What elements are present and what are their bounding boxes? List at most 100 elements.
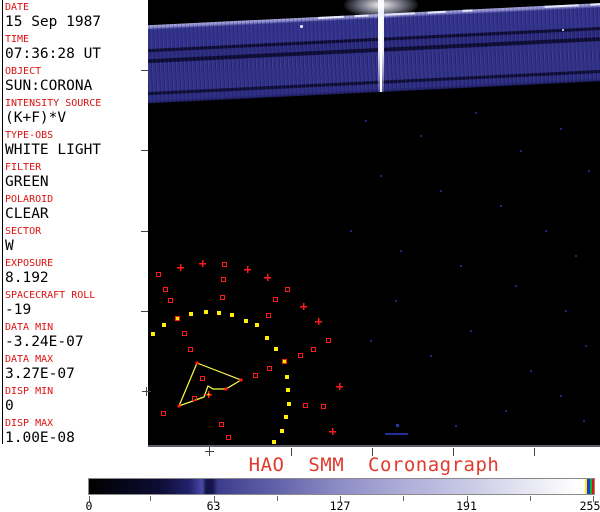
y-axis-cross	[146, 387, 147, 396]
limb-marker	[192, 396, 197, 401]
metadata-field: TIME 07:36:28 UT	[5, 34, 147, 65]
noise-speckle	[505, 410, 507, 412]
limb-marker	[273, 297, 278, 302]
limb-marker	[274, 347, 278, 351]
field-label: SPACECRAFT ROLL	[5, 290, 96, 301]
colorbar-tick-label: 191	[456, 499, 477, 512]
noise-speckle	[460, 265, 462, 267]
limb-marker	[199, 260, 206, 267]
field-value: GREEN	[5, 174, 49, 190]
limb-marker	[267, 366, 272, 371]
limb-marker	[285, 375, 289, 379]
limb-marker	[217, 311, 221, 315]
noise-speckle	[530, 370, 532, 372]
limb-marker	[336, 383, 343, 390]
field-label: INTENSITY SOURCE	[5, 98, 102, 109]
noise-speckle	[455, 425, 457, 427]
panel-border-line	[2, 0, 3, 444]
region-polygon-layer	[177, 361, 243, 408]
field-value: 8.192	[5, 270, 49, 286]
noise-speckle	[520, 150, 522, 152]
region-polygon	[177, 362, 243, 408]
metadata-panel: DATE 15 Sep 1987 TIME 07:36:28 UT OBJECT SUN:…	[0, 0, 148, 447]
field-label: SECTOR	[5, 226, 42, 237]
metadata-field: POLAROID CLEAR	[5, 194, 147, 225]
noise-speckle	[560, 128, 562, 130]
limb-marker	[188, 347, 193, 352]
polygon-vertex-dot	[177, 404, 181, 408]
noise-speckle	[420, 135, 422, 137]
colorbar-minor-tick	[403, 496, 405, 501]
limb-marker	[300, 303, 307, 310]
limb-marker	[286, 388, 290, 392]
metadata-field: SECTOR W	[5, 226, 147, 257]
colorbar-tick-label: 255	[579, 499, 600, 512]
limb-marker	[163, 287, 168, 292]
noise-speckle	[545, 230, 547, 232]
metadata-field: TYPE-OBS WHITE LIGHT	[5, 130, 147, 161]
limb-marker	[285, 287, 290, 292]
field-value: 15 Sep 1987	[5, 14, 102, 30]
colorbar-minor-tick	[529, 496, 531, 501]
y-axis-tick	[141, 231, 148, 232]
limb-marker	[326, 338, 331, 343]
limb-marker	[265, 336, 269, 340]
noise-speckle	[380, 175, 382, 177]
limb-marker	[156, 272, 161, 277]
limb-marker	[168, 298, 173, 303]
limb-marker	[272, 440, 276, 444]
noise-speckle	[440, 190, 442, 192]
metadata-field: DATA MIN -3.24E-07	[5, 322, 147, 353]
field-value: 07:36:28 UT	[5, 46, 102, 62]
limb-marker	[284, 415, 288, 419]
polygon-vertex-dot	[239, 378, 243, 382]
field-label: DATA MAX	[5, 354, 54, 365]
limb-marker	[253, 373, 258, 378]
colorbar-tick-label: 0	[85, 499, 93, 512]
noise-speckle	[565, 310, 567, 312]
colorbar-top-stripe	[590, 479, 592, 494]
limb-marker	[266, 313, 271, 318]
limb-marker	[182, 331, 187, 336]
field-label: FILTER	[5, 162, 42, 173]
field-label: OBJECT	[5, 66, 42, 77]
colorbar-minor-tick	[276, 496, 278, 501]
limb-marker	[222, 262, 227, 267]
noise-speckle	[365, 120, 367, 122]
limb-marker	[311, 347, 316, 352]
field-label: DATA MIN	[5, 322, 54, 333]
polygon-vertex-dot	[224, 387, 228, 391]
limb-marker	[204, 310, 208, 314]
limb-marker	[189, 312, 193, 316]
y-axis-tick	[141, 311, 148, 312]
field-label: DATE	[5, 2, 30, 13]
metadata-field: OBJECT SUN:CORONA	[5, 66, 147, 97]
noise-speckle	[470, 330, 472, 332]
noise-speckle	[515, 285, 517, 287]
colorbar-top-stripe	[587, 479, 590, 494]
field-value: 1.00E-08	[5, 430, 75, 446]
bright-dot	[300, 25, 303, 28]
field-label: POLAROID	[5, 194, 54, 205]
colorbar-tick-label: 63	[206, 499, 221, 512]
limb-marker	[282, 359, 287, 364]
field-value: W	[5, 238, 14, 254]
limb-marker	[303, 403, 308, 408]
field-label: DISP MIN	[5, 386, 54, 397]
limb-marker	[244, 266, 251, 273]
noise-speckle	[350, 230, 352, 232]
field-label: EXPOSURE	[5, 258, 54, 269]
metadata-field: DISP MIN 0	[5, 386, 147, 417]
metadata-field: DATE 15 Sep 1987	[5, 2, 147, 33]
limb-marker	[255, 323, 259, 327]
y-axis-tick	[141, 70, 148, 71]
polygon-vertex-dot	[195, 361, 199, 365]
limb-marker	[200, 376, 205, 381]
limb-marker	[151, 332, 155, 336]
field-value: CLEAR	[5, 206, 49, 222]
noise-speckle	[500, 205, 502, 207]
noise-speckle	[585, 345, 587, 347]
limb-marker	[287, 402, 291, 406]
limb-marker	[175, 316, 180, 321]
colorbar-tick-label: 127	[329, 499, 351, 512]
